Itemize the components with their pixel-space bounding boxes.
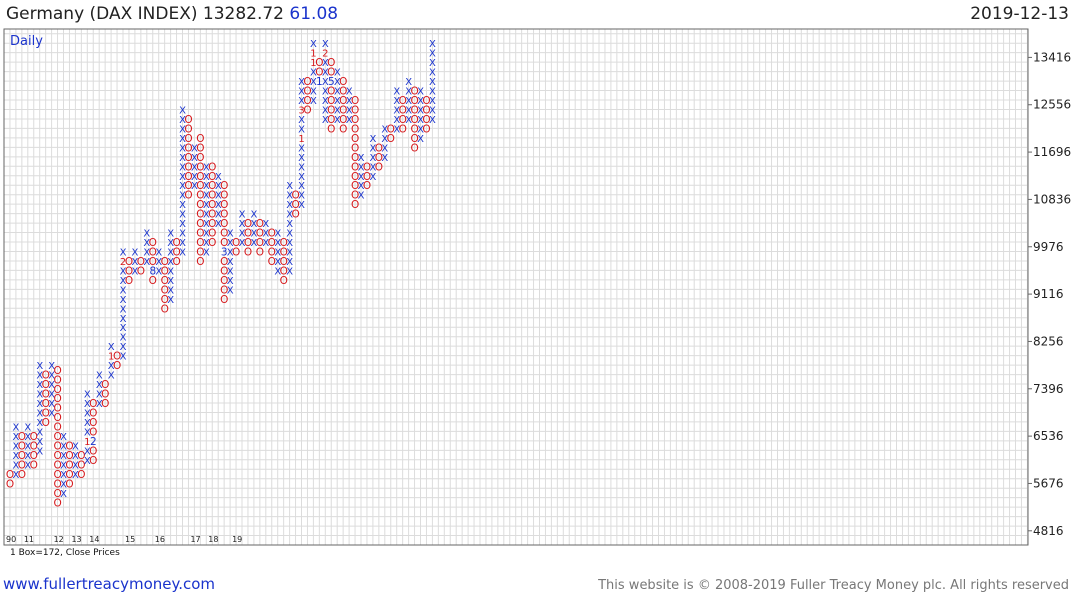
pnf-x-box: X [310, 96, 317, 107]
y-tick-label: 12556 [1033, 98, 1071, 112]
y-tick-label: 8256 [1033, 334, 1064, 348]
pnf-x-box: X [227, 276, 234, 287]
pnf-x-box: X [120, 352, 127, 363]
pnf-x-box: X [120, 285, 127, 296]
y-tick-label: 10836 [1033, 192, 1071, 206]
pnf-x-box: X [120, 295, 127, 306]
x-tick-label: 14 [89, 535, 99, 544]
pnf-x-box: X [310, 87, 317, 98]
pnf-x-box: X [298, 143, 305, 154]
pnf-x-box: X [227, 285, 234, 296]
pnf-x-box: X [120, 342, 127, 353]
y-tick-label: 6536 [1033, 429, 1064, 443]
x-tick-label: 19 [232, 535, 242, 544]
y-tick-label: 7396 [1033, 382, 1064, 396]
x-tick-label: 15 [125, 535, 135, 544]
pnf-x-box: X [120, 323, 127, 334]
pnf-x-box: X [298, 181, 305, 192]
pnf-x-box: X [179, 210, 186, 221]
pnf-x-box: X [120, 333, 127, 344]
pnf-x-box: X [429, 49, 436, 60]
pnf-x-box: X [286, 229, 293, 240]
chart-interval-label: Daily [10, 34, 43, 49]
pnf-x-box: X [286, 266, 293, 277]
y-tick-label: 11696 [1033, 145, 1071, 159]
pnf-x-box: X [286, 247, 293, 258]
pnf-x-box: X [108, 371, 115, 382]
pnf-x-box: X [286, 219, 293, 230]
pnf-x-box: X [429, 77, 436, 88]
pnf-x-box: X [120, 304, 127, 315]
pnf-x-box: X [298, 200, 305, 211]
x-tick-label: 16 [155, 535, 165, 544]
site-link[interactable]: www.fullertreacymoney.com [3, 575, 215, 593]
pnf-x-box: X [322, 39, 329, 50]
pnf-x-box: X [429, 68, 436, 79]
pnf-x-box: X [227, 266, 234, 277]
y-tick-label: 13416 [1033, 50, 1071, 64]
pnf-x-box: X [370, 172, 377, 183]
pnf-x-box: X [429, 58, 436, 69]
pnf-o-box: O [53, 365, 61, 377]
x-tick-label: 13 [71, 535, 81, 544]
pnf-x-box: X [286, 238, 293, 249]
x-tick-label: 17 [190, 535, 200, 544]
pnf-x-box: X [429, 87, 436, 98]
y-tick-label: 5676 [1033, 476, 1064, 490]
pnf-o-box: O [220, 180, 228, 192]
y-tick-label: 4816 [1033, 524, 1064, 538]
copyright-notice: This website is © 2008-2019 Fuller Treac… [598, 578, 1069, 593]
pnf-x-box: X [298, 191, 305, 202]
pnf-x-box: X [60, 489, 67, 500]
pnf-x-box: X [36, 437, 43, 448]
pnf-x-box: X [36, 446, 43, 457]
pnf-x-box: X [227, 257, 234, 268]
pnf-x-box: X [429, 96, 436, 107]
pnf-o-box: O [351, 95, 359, 107]
pnf-x-box: X [36, 427, 43, 438]
x-tick-label: 11 [24, 535, 34, 544]
pnf-x-box: X [417, 134, 424, 145]
pnf-x-box: 1 [298, 134, 304, 145]
y-tick-label: 9976 [1033, 240, 1064, 254]
pnf-x-box: X [167, 276, 174, 287]
pnf-x-box: X [429, 105, 436, 116]
pnf-o-box: O [184, 114, 192, 126]
pnf-x-box: X [298, 153, 305, 164]
pnf-x-box: X [179, 229, 186, 240]
pnf-x-box: X [167, 285, 174, 296]
pnf-x-box: X [298, 172, 305, 183]
pnf-x-box: X [429, 115, 436, 126]
pnf-x-box: X [310, 39, 317, 50]
y-tick-label: 9116 [1033, 287, 1064, 301]
pnf-x-box: X [167, 266, 174, 277]
pnf-x-box: X [203, 247, 210, 258]
pnf-chart: 4816 5676 6536 7396 8256 9116 9976 10836 11696 12… [3, 28, 1071, 546]
pnf-x-box: X [286, 257, 293, 268]
pnf-o-box: O [196, 133, 204, 145]
pnf-x-box: X [120, 314, 127, 325]
pnf-x-box: X [179, 219, 186, 230]
pnf-x-box: X [381, 143, 388, 154]
pnf-x-box: X [358, 191, 365, 202]
pnf-x-box: X [179, 200, 186, 211]
pnf-x-box: X [298, 115, 305, 126]
pnf-x-box: X [179, 238, 186, 249]
pnf-x-box: X [429, 39, 436, 50]
pnf-x-box: X [381, 153, 388, 164]
box-size-note: 1 Box=172, Close Prices [10, 548, 120, 558]
pnf-x-box: X [298, 162, 305, 173]
pnf-x-box: X [179, 247, 186, 258]
x-tick-label: 90 [6, 535, 16, 544]
pnf-x-box: X [298, 124, 305, 135]
pnf-x-box: X [167, 295, 174, 306]
x-tick-label: 18 [208, 535, 218, 544]
x-tick-label: 12 [54, 535, 64, 544]
